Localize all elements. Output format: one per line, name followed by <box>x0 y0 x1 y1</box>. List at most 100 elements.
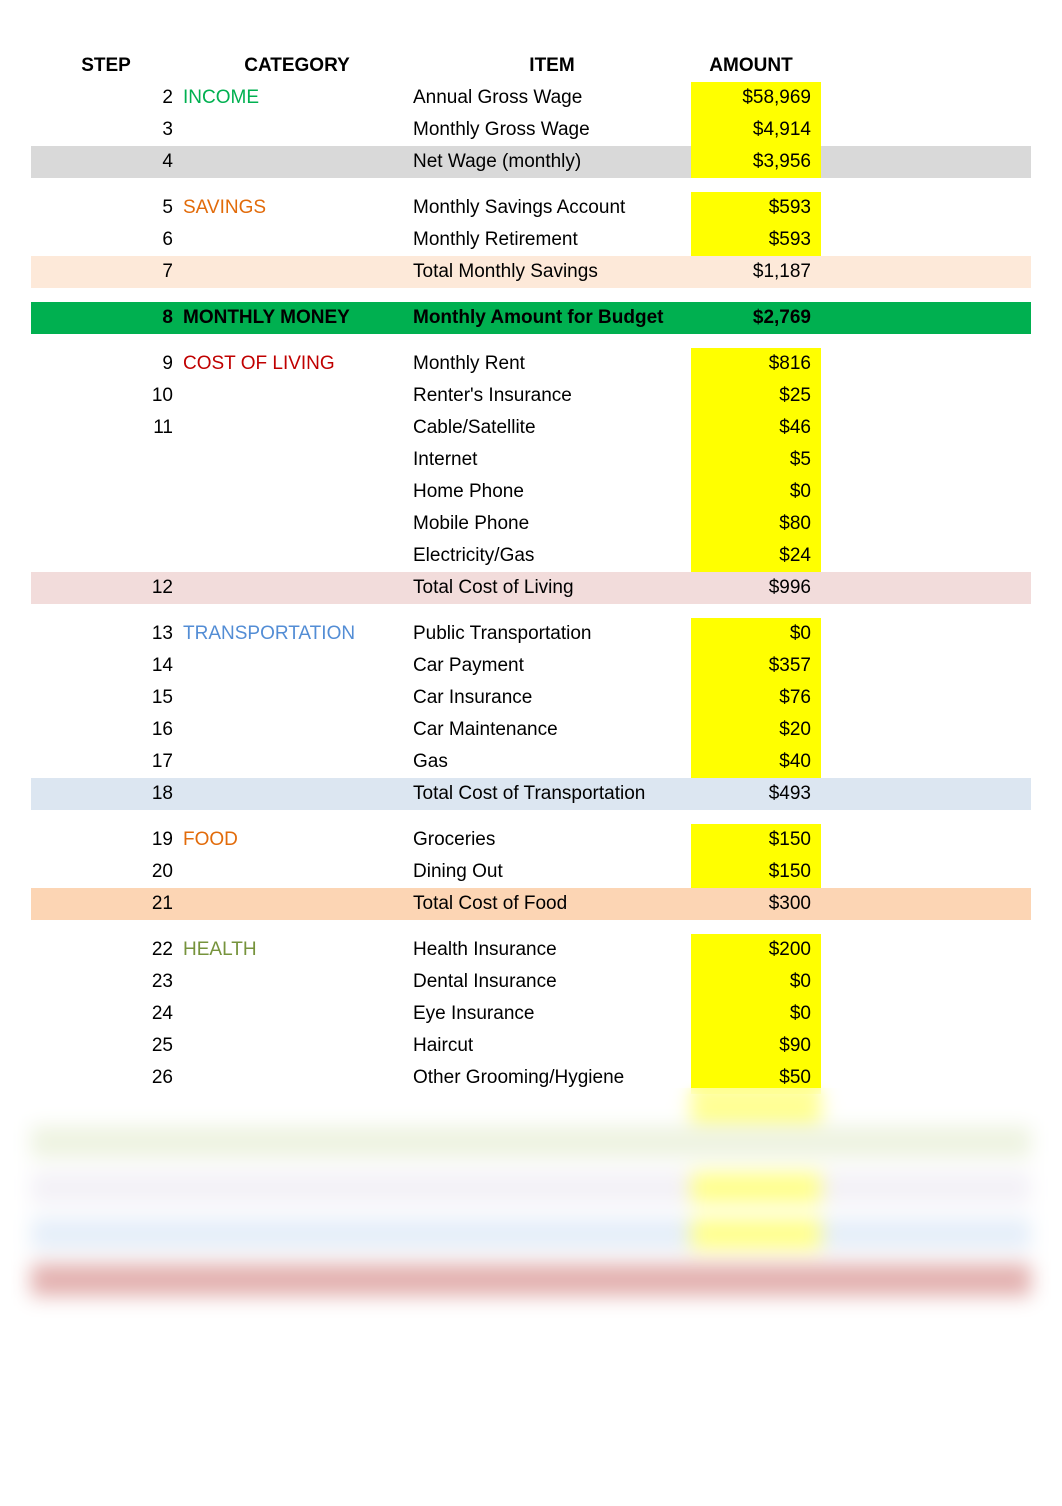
cell-category <box>181 1094 411 1126</box>
cell-amount: $76 <box>691 682 821 714</box>
cell-step: 18 <box>31 778 181 810</box>
cell-category <box>181 572 411 604</box>
cell-category <box>181 540 411 572</box>
cell-category <box>181 856 411 888</box>
cell-category <box>181 1062 411 1094</box>
cell-item: Total Cost of Transportation <box>411 778 691 810</box>
cell-step <box>31 1172 181 1204</box>
cell-step: 4 <box>31 146 181 178</box>
cell-amount: $150 <box>691 824 821 856</box>
cell-category: MONTHLY MONEY <box>181 302 411 334</box>
cell-step: 12 <box>31 572 181 604</box>
row-spacer <box>31 1250 1031 1264</box>
table-row: 20Dining Out$150 <box>31 856 1031 888</box>
cell-step: 24 <box>31 998 181 1030</box>
cell-item: Groceries <box>411 824 691 856</box>
table-row <box>31 1218 1031 1250</box>
cell-category <box>181 224 411 256</box>
cell-item: Monthly Retirement <box>411 224 691 256</box>
cell-item: Eye Insurance <box>411 998 691 1030</box>
table-row: 25Haircut$90 <box>31 1030 1031 1062</box>
cell-category <box>181 966 411 998</box>
row-spacer <box>31 1158 1031 1172</box>
cell-category: TRANSPORTATION <box>181 618 411 650</box>
cell-item: Internet <box>411 444 691 476</box>
cell-step: 19 <box>31 824 181 856</box>
cell-amount: $3,956 <box>691 146 821 178</box>
cell-item <box>411 1094 691 1126</box>
cell-category <box>181 476 411 508</box>
table-row: Home Phone$0 <box>31 476 1031 508</box>
cell-amount <box>691 1094 821 1126</box>
row-spacer <box>31 1204 1031 1218</box>
cell-item: Net Wage (monthly) <box>411 146 691 178</box>
cell-amount: $90 <box>691 1030 821 1062</box>
cell-amount: $0 <box>691 476 821 508</box>
cell-step: 2 <box>31 82 181 114</box>
cell-amount: $200 <box>691 934 821 966</box>
cell-item: Mobile Phone <box>411 508 691 540</box>
cell-amount: $300 <box>691 888 821 920</box>
cell-category <box>181 256 411 288</box>
cell-item: Public Transportation <box>411 618 691 650</box>
cell-category <box>181 888 411 920</box>
cell-category <box>181 746 411 778</box>
cell-amount: $1,187 <box>691 256 821 288</box>
cell-step <box>31 1264 181 1296</box>
table-row: 3Monthly Gross Wage$4,914 <box>31 114 1031 146</box>
cell-category: COST OF LIVING <box>181 348 411 380</box>
cell-amount: $46 <box>691 412 821 444</box>
cell-amount: $5 <box>691 444 821 476</box>
table-row: Mobile Phone$80 <box>31 508 1031 540</box>
row-spacer <box>31 604 1031 618</box>
header-item: ITEM <box>411 50 691 82</box>
cell-step: 9 <box>31 348 181 380</box>
table-row <box>31 1264 1031 1296</box>
cell-amount: $357 <box>691 650 821 682</box>
table-row: 16Car Maintenance$20 <box>31 714 1031 746</box>
cell-step: 6 <box>31 224 181 256</box>
cell-amount <box>691 1126 821 1158</box>
cell-step: 8 <box>31 302 181 334</box>
cell-step: 10 <box>31 380 181 412</box>
cell-amount: $816 <box>691 348 821 380</box>
cell-step: 26 <box>31 1062 181 1094</box>
cell-step <box>31 444 181 476</box>
cell-amount: $0 <box>691 618 821 650</box>
cell-step <box>31 540 181 572</box>
cell-item: Health Insurance <box>411 934 691 966</box>
cell-step: 16 <box>31 714 181 746</box>
cell-category: HEALTH <box>181 934 411 966</box>
cell-item: Monthly Savings Account <box>411 192 691 224</box>
cell-amount: $996 <box>691 572 821 604</box>
cell-category <box>181 508 411 540</box>
cell-amount: $80 <box>691 508 821 540</box>
cell-item: Monthly Rent <box>411 348 691 380</box>
cell-item: Car Payment <box>411 650 691 682</box>
table-row: 9COST OF LIVINGMonthly Rent$816 <box>31 348 1031 380</box>
cell-step: 5 <box>31 192 181 224</box>
cell-category <box>181 114 411 146</box>
table-row: 10Renter's Insurance$25 <box>31 380 1031 412</box>
table-row: 8MONTHLY MONEYMonthly Amount for Budget$… <box>31 302 1031 334</box>
cell-amount <box>691 1172 821 1204</box>
cell-step <box>31 508 181 540</box>
cell-item: Renter's Insurance <box>411 380 691 412</box>
cell-amount: $24 <box>691 540 821 572</box>
cell-item: Total Monthly Savings <box>411 256 691 288</box>
table-row: 4 Net Wage (monthly)$3,956 <box>31 146 1031 178</box>
cell-amount: $0 <box>691 998 821 1030</box>
table-row: 21Total Cost of Food$300 <box>31 888 1031 920</box>
table-row: Internet$5 <box>31 444 1031 476</box>
row-spacer <box>31 334 1031 348</box>
cell-item: Gas <box>411 746 691 778</box>
table-row: 2INCOMEAnnual Gross Wage$58,969 <box>31 82 1031 114</box>
cell-item <box>411 1218 691 1250</box>
cell-category <box>181 650 411 682</box>
table-row: 19FOODGroceries$150 <box>31 824 1031 856</box>
table-row: 5SAVINGSMonthly Savings Account$593 <box>31 192 1031 224</box>
cell-step: 21 <box>31 888 181 920</box>
cell-item: Other Grooming/Hygiene <box>411 1062 691 1094</box>
cell-item <box>411 1172 691 1204</box>
cell-step <box>31 476 181 508</box>
